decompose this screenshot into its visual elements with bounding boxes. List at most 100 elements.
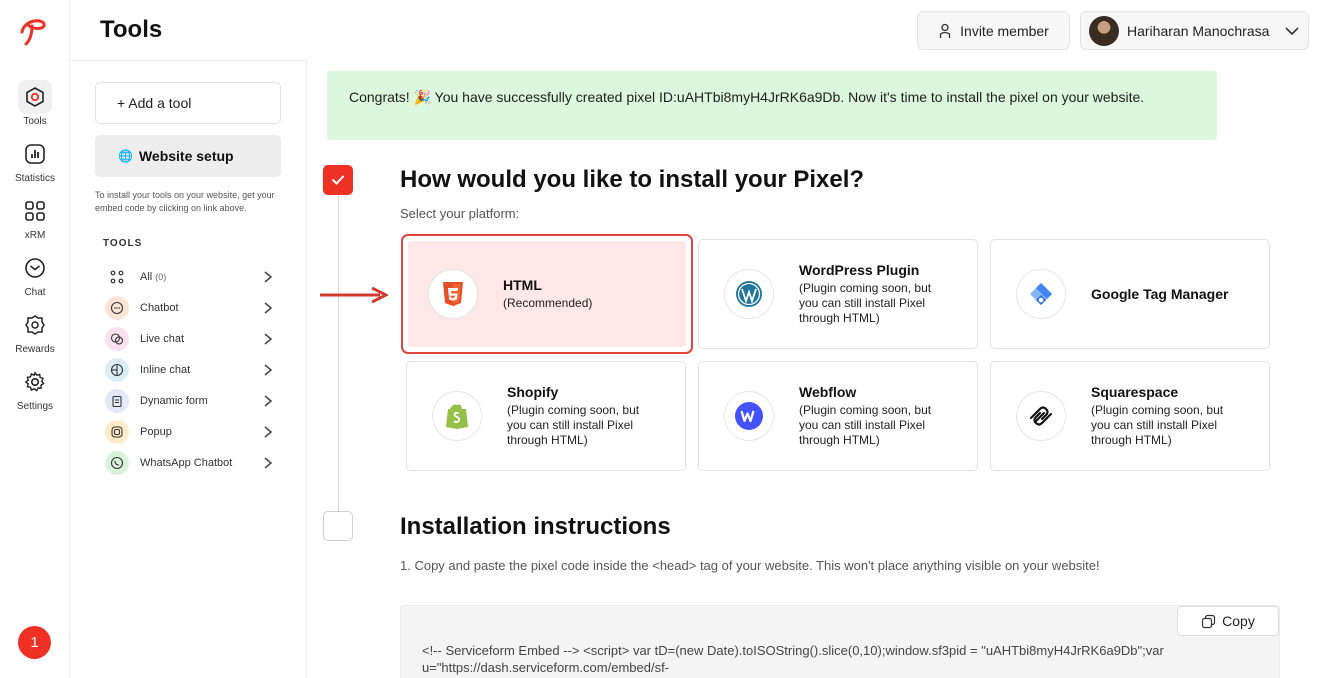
page-title: Tools — [100, 16, 163, 43]
popup-icon — [105, 420, 129, 444]
chevron-right-icon — [264, 271, 273, 283]
tool-item-all[interactable]: All (0) — [105, 264, 273, 290]
website-setup-label: Website setup — [138, 148, 234, 164]
step-1-checkbox[interactable] — [323, 165, 353, 195]
user-menu[interactable]: Hariharan Manochrasa — [1080, 11, 1309, 50]
html5-icon — [428, 269, 478, 319]
webflow-icon — [724, 391, 774, 441]
platform-card-webflow[interactable]: Webflow (Plugin coming soon, but you can… — [698, 361, 978, 471]
rail-label: Rewards — [15, 344, 55, 355]
code-snippet-text: <!-- Serviceform Embed --> <script> var … — [422, 643, 1164, 675]
step-2-checkbox[interactable] — [323, 511, 353, 541]
arrow-right-icon — [320, 287, 388, 303]
step-2-title: Installation instructions — [400, 513, 671, 540]
left-rail: Tools Statistics xRM Chat Rewards Settin… — [0, 0, 70, 678]
platform-card-google-tag-manager[interactable]: Google Tag Manager — [990, 239, 1270, 349]
copy-icon — [1202, 614, 1216, 628]
rail-label: Settings — [16, 401, 54, 412]
wordpress-icon — [724, 269, 774, 319]
chevron-right-icon — [264, 395, 273, 407]
tool-item-chatbot[interactable]: Chatbot — [105, 295, 273, 321]
platform-desc: (Recommended) — [503, 296, 593, 310]
platform-name: WordPress Plugin — [799, 262, 920, 278]
platform-desc: (Plugin coming soon, but you can still i… — [799, 281, 932, 325]
copy-button[interactable]: Copy — [1177, 606, 1279, 636]
tool-item-popup[interactable]: Popup — [105, 419, 273, 445]
tool-label: Dynamic form — [140, 395, 208, 407]
badge-icon — [18, 308, 52, 342]
rail-item-xrm[interactable]: xRM — [0, 194, 70, 241]
rail-label: Chat — [24, 287, 46, 298]
tool-label: Inline chat — [140, 364, 191, 376]
tool-label: Chatbot — [140, 302, 179, 314]
chevron-right-icon — [264, 426, 273, 438]
globe-icon: 🌐 — [118, 149, 133, 163]
rail-item-rewards[interactable]: Rewards — [0, 308, 70, 355]
avatar — [1089, 15, 1119, 46]
tool-label: WhatsApp Chatbot — [140, 457, 233, 469]
platform-desc: (Plugin coming soon, but you can still i… — [507, 403, 640, 447]
rail-label: xRM — [24, 230, 46, 241]
platform-card-html[interactable]: HTML (Recommended) — [401, 234, 693, 354]
platform-desc: (Plugin coming soon, but you can still i… — [799, 403, 932, 447]
squarespace-icon — [1016, 391, 1066, 441]
chevron-right-icon — [264, 364, 273, 376]
bar-chart-icon — [18, 137, 52, 171]
platform-desc: (Plugin coming soon, but you can still i… — [1091, 403, 1224, 447]
platform-card-shopify[interactable]: Shopify (Plugin coming soon, but you can… — [406, 361, 686, 471]
tool-item-live-chat[interactable]: Live chat — [105, 326, 273, 352]
brand-logo-icon[interactable] — [16, 14, 52, 46]
platform-name: Webflow — [799, 384, 857, 400]
tool-label: All — [140, 271, 153, 283]
rail-item-settings[interactable]: Settings — [0, 365, 70, 412]
add-tool-button[interactable]: + Add a tool — [95, 82, 281, 124]
grid-icon — [18, 194, 52, 228]
instruction-1: 1. Copy and paste the pixel code inside … — [400, 558, 1100, 573]
step-1-title: How would you like to install your Pixel… — [400, 166, 865, 193]
google-tag-manager-icon — [1016, 269, 1066, 319]
chevron-right-icon — [264, 302, 273, 314]
notification-badge[interactable]: 1 — [18, 626, 51, 659]
tool-item-dynamic-form[interactable]: Dynamic form — [105, 388, 273, 414]
whatsapp-icon — [105, 451, 129, 475]
copy-label: Copy — [1222, 613, 1255, 629]
chevron-right-icon — [264, 333, 273, 345]
tool-label: Live chat — [140, 333, 185, 345]
step-1-subtitle: Select your platform: — [400, 206, 520, 221]
dots-grid-icon — [105, 265, 129, 289]
rail-label: Statistics — [14, 173, 55, 184]
tools-hexagon-icon — [18, 80, 52, 114]
platform-name: Google Tag Manager — [1091, 286, 1229, 302]
platform-name: HTML — [503, 277, 542, 293]
checkmark-icon — [332, 175, 344, 185]
tools-section-heading: TOOLS — [103, 238, 143, 249]
live-chat-icon — [105, 327, 129, 351]
tool-label: Popup — [140, 426, 172, 438]
chat-icon — [18, 251, 52, 285]
platform-card-squarespace[interactable]: Squarespace (Plugin coming soon, but you… — [990, 361, 1270, 471]
rail-item-chat[interactable]: Chat — [0, 251, 70, 298]
rail-item-tools[interactable]: Tools — [0, 80, 70, 127]
platform-card-wordpress[interactable]: WordPress Plugin (Plugin coming soon, bu… — [698, 239, 978, 349]
invite-member-label: Invite member — [960, 22, 1049, 39]
stepper-line — [338, 195, 339, 511]
rail-item-statistics[interactable]: Statistics — [0, 137, 70, 184]
clipboard-icon — [105, 389, 129, 413]
tool-count: (0) — [155, 272, 167, 282]
user-icon — [939, 23, 951, 38]
chevron-down-icon — [1285, 26, 1299, 35]
tool-item-inline-chat[interactable]: Inline chat — [105, 357, 273, 383]
user-name: Hariharan Manochrasa — [1127, 22, 1270, 39]
tools-panel: + Add a tool 🌐 Website setup To install … — [70, 60, 307, 678]
tool-item-whatsapp-chatbot[interactable]: WhatsApp Chatbot — [105, 450, 273, 476]
chatbot-icon — [105, 296, 129, 320]
platform-name: Squarespace — [1091, 384, 1179, 400]
invite-member-button[interactable]: Invite member — [917, 11, 1070, 50]
setup-hint: To install your tools on your website, g… — [95, 190, 275, 213]
website-setup-button[interactable]: 🌐 Website setup — [95, 135, 281, 177]
chevron-right-icon — [264, 457, 273, 469]
inline-chat-icon — [105, 358, 129, 382]
gear-icon — [18, 365, 52, 399]
platform-name: Shopify — [507, 384, 559, 400]
success-banner: Congrats! 🎉 You have successfully create… — [327, 71, 1217, 140]
